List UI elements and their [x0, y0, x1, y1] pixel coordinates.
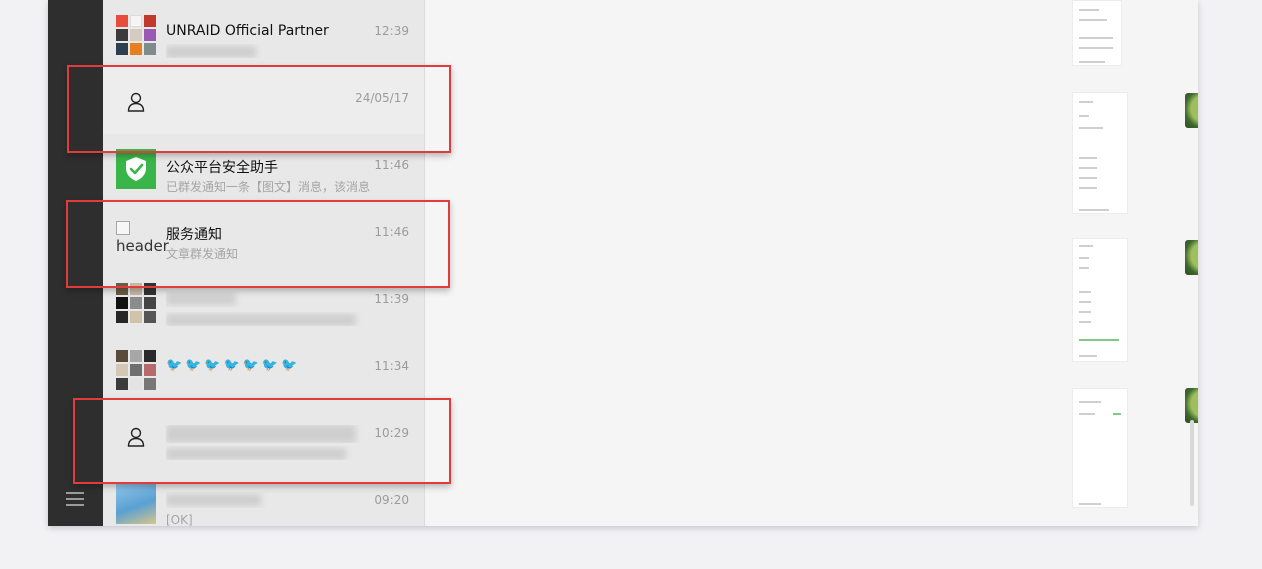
photo-avatar — [116, 484, 156, 524]
chat-preview: 已群发通知一条【图文】消息，该消息 — [166, 180, 371, 194]
image-message-thumbnail[interactable] — [1072, 92, 1128, 214]
chat-time: 11:46 — [374, 158, 409, 172]
chat-preview: [OK] — [166, 513, 193, 526]
conversation-scrollbar[interactable] — [1190, 420, 1194, 506]
chat-name: 🐦🐦🐦🐦🐦🐦🐦 — [166, 358, 301, 373]
group-avatar — [116, 350, 156, 390]
hamburger-menu-icon[interactable] — [66, 492, 84, 508]
group-avatar — [116, 283, 156, 323]
chat-time: 11:39 — [374, 292, 409, 306]
chat-preview-blurred — [166, 312, 406, 326]
chat-time: 09:20 — [374, 493, 409, 507]
image-message-thumbnail[interactable] — [1072, 388, 1128, 508]
highlight-box — [67, 65, 451, 153]
sender-avatar[interactable] — [1185, 240, 1198, 275]
group-avatar — [116, 15, 156, 55]
chat-name-blurred — [166, 492, 366, 508]
chat-item-unraid[interactable]: UNRAID Official Partner 12:39 — [103, 0, 424, 67]
chat-name-blurred — [166, 291, 366, 307]
sender-avatar[interactable] — [1185, 388, 1198, 423]
image-message-thumbnail[interactable] — [1072, 238, 1128, 362]
shield-check-icon — [116, 149, 156, 189]
image-message-thumbnail[interactable] — [1072, 0, 1122, 66]
conversation-panel[interactable] — [425, 0, 1198, 526]
chat-time: 12:39 — [374, 24, 409, 38]
chat-time: 11:34 — [374, 359, 409, 373]
chat-preview-blurred — [166, 44, 406, 58]
highlight-box — [73, 398, 451, 484]
sender-avatar[interactable] — [1185, 93, 1198, 128]
chat-name: UNRAID Official Partner — [166, 23, 329, 39]
chat-item-birds-group[interactable]: 🐦🐦🐦🐦🐦🐦🐦 11:34 — [103, 335, 424, 402]
highlight-box — [66, 200, 450, 288]
chat-name: 公众平台安全助手 — [166, 160, 278, 176]
